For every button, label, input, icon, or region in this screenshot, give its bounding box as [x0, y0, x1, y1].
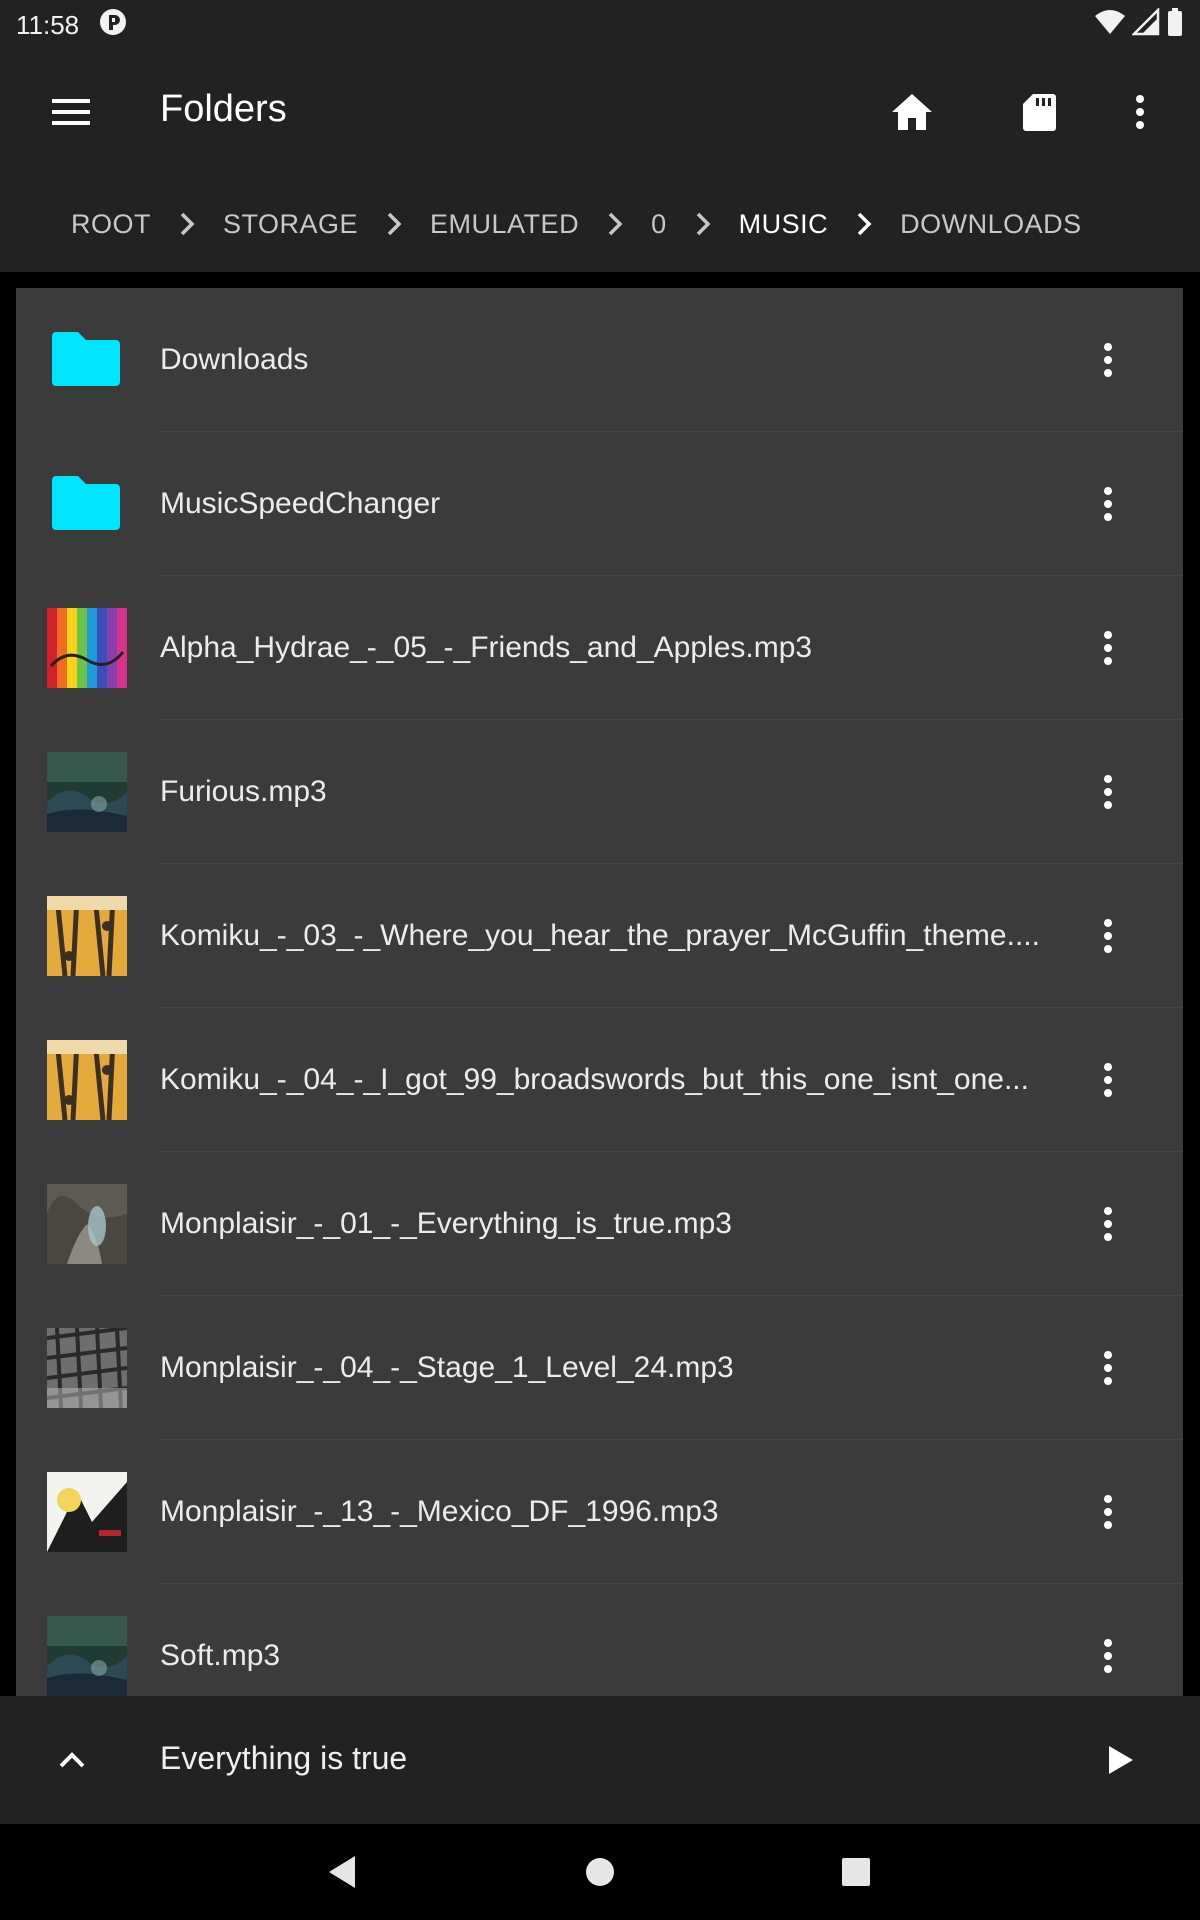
chevron-right-icon — [600, 204, 630, 244]
chevron-up-icon[interactable] — [32, 1720, 112, 1800]
chevron-right-icon — [379, 204, 409, 244]
item-name: Soft.mp3 — [160, 1639, 281, 1672]
list-item[interactable]: Monplaisir_-_01_-_Everything_is_true.mp3 — [16, 1152, 1183, 1296]
now-playing-title: Everything is true — [160, 1740, 408, 1776]
item-more-icon[interactable] — [1080, 320, 1136, 400]
now-playing-bar[interactable]: Everything is true — [0, 1696, 1200, 1824]
list-item[interactable]: Alpha_Hydrae_-_05_-_Friends_and_Apples.m… — [16, 576, 1183, 720]
app-toolbar: Folders — [0, 50, 1200, 176]
sd-card-icon[interactable] — [999, 72, 1079, 152]
album-art-thumbnail — [47, 1328, 127, 1408]
file-list: Downloads MusicSpeedChanger Alpha_Hydrae… — [16, 288, 1183, 1696]
chevron-right-icon — [688, 204, 718, 244]
item-name: Komiku_-_03_-_Where_you_hear_the_prayer_… — [160, 919, 1040, 952]
item-name: Komiku_-_04_-_I_got_99_broadswords_but_t… — [160, 1063, 1029, 1096]
breadcrumb: ROOT STORAGE EMULATED 0 MUSIC DOWNLOADS — [0, 176, 1200, 272]
notification-icon — [99, 8, 127, 43]
item-name: MusicSpeedChanger — [160, 487, 441, 520]
item-name: Monplaisir_-_01_-_Everything_is_true.mp3 — [160, 1207, 732, 1240]
item-name: Monplaisir_-_04_-_Stage_1_Level_24.mp3 — [160, 1351, 734, 1384]
item-name: Alpha_Hydrae_-_05_-_Friends_and_Apples.m… — [160, 631, 813, 664]
chevron-right-icon — [849, 204, 879, 244]
list-item[interactable]: Downloads — [16, 288, 1183, 432]
list-item[interactable]: Monplaisir_-_04_-_Stage_1_Level_24.mp3 — [16, 1296, 1183, 1440]
status-bar: 11:58 — [0, 0, 1200, 50]
list-item[interactable]: MusicSpeedChanger — [16, 432, 1183, 576]
item-more-icon[interactable] — [1080, 1184, 1136, 1264]
screen: 11:58 Folders ROOT STORAGE EMULATED 0 MU… — [0, 0, 1200, 1920]
item-more-icon[interactable] — [1080, 1040, 1136, 1120]
folder-icon — [47, 464, 127, 544]
home-icon[interactable] — [872, 72, 952, 152]
breadcrumb-emulated[interactable]: EMULATED — [413, 197, 596, 252]
breadcrumb-0[interactable]: 0 — [634, 197, 684, 252]
album-art-thumbnail — [47, 1040, 127, 1120]
breadcrumb-storage[interactable]: STORAGE — [206, 197, 375, 252]
breadcrumb-downloads[interactable]: DOWNLOADS — [883, 197, 1099, 252]
wifi-icon — [1094, 8, 1126, 43]
list-item[interactable]: Furious.mp3 — [16, 720, 1183, 864]
page-title: Folders — [160, 88, 287, 130]
home-nav-icon[interactable] — [560, 1832, 640, 1912]
recents-icon[interactable] — [816, 1832, 896, 1912]
album-art-thumbnail — [47, 896, 127, 976]
list-item[interactable]: Komiku_-_03_-_Where_you_hear_the_prayer_… — [16, 864, 1183, 1008]
list-item[interactable]: Monplaisir_-_13_-_Mexico_DF_1996.mp3 — [16, 1440, 1183, 1584]
item-more-icon[interactable] — [1080, 1328, 1136, 1408]
item-more-icon[interactable] — [1080, 608, 1136, 688]
breadcrumb-root[interactable]: ROOT — [54, 197, 168, 252]
folder-icon — [47, 320, 127, 400]
album-art-thumbnail — [47, 1184, 127, 1264]
back-icon[interactable] — [302, 1832, 382, 1912]
breadcrumb-music[interactable]: MUSIC — [722, 197, 846, 252]
album-art-thumbnail — [47, 1472, 127, 1552]
system-nav-bar — [0, 1824, 1200, 1920]
overflow-menu-icon[interactable] — [1100, 72, 1180, 152]
album-art-thumbnail — [47, 1616, 127, 1696]
item-more-icon[interactable] — [1080, 464, 1136, 544]
item-more-icon[interactable] — [1080, 1472, 1136, 1552]
list-item[interactable]: Soft.mp3 — [16, 1584, 1183, 1696]
item-more-icon[interactable] — [1080, 752, 1136, 832]
play-icon[interactable] — [1080, 1720, 1160, 1800]
chevron-right-icon — [172, 204, 202, 244]
item-more-icon[interactable] — [1080, 896, 1136, 976]
album-art-thumbnail — [47, 752, 127, 832]
status-time: 11:58 — [16, 9, 80, 40]
album-art-thumbnail — [47, 608, 127, 688]
item-name: Downloads — [160, 343, 309, 376]
item-name: Monplaisir_-_13_-_Mexico_DF_1996.mp3 — [160, 1495, 719, 1528]
signal-icon — [1130, 6, 1160, 43]
hamburger-menu-icon[interactable] — [32, 72, 112, 152]
list-item[interactable]: Komiku_-_04_-_I_got_99_broadswords_but_t… — [16, 1008, 1183, 1152]
item-name: Furious.mp3 — [160, 775, 327, 808]
battery-icon — [1166, 7, 1184, 44]
item-more-icon[interactable] — [1080, 1616, 1136, 1696]
